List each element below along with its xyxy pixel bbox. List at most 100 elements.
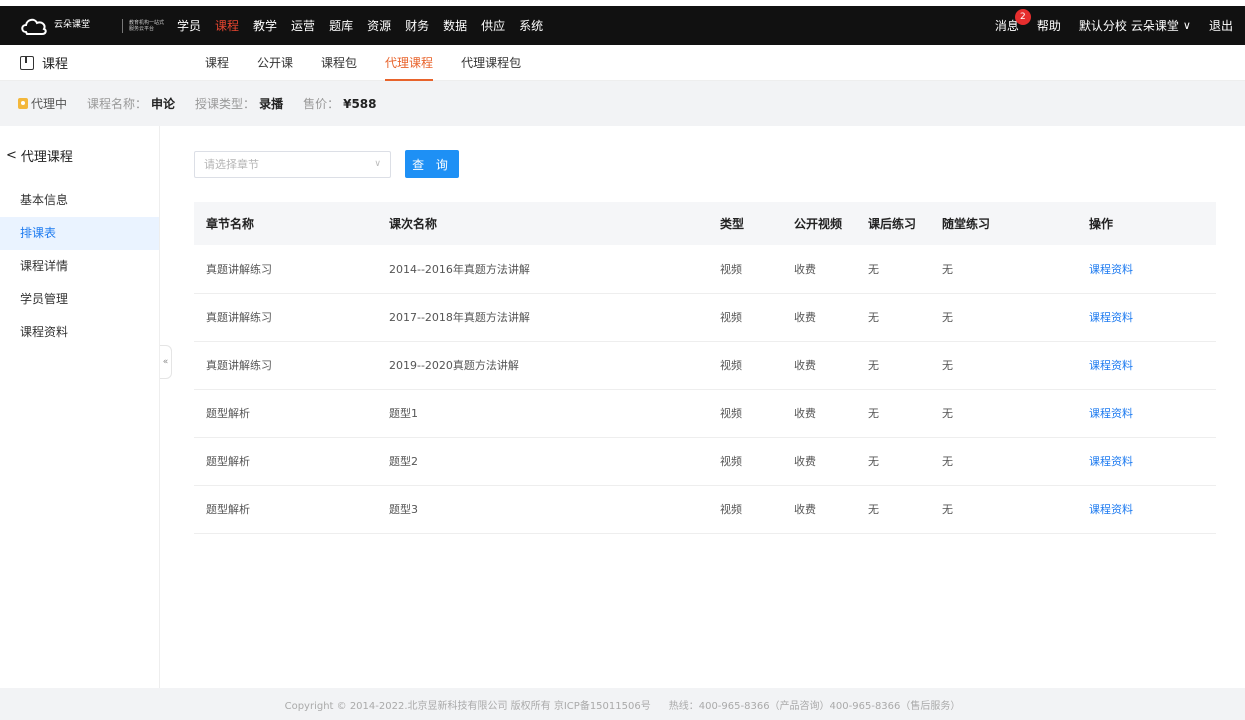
logo[interactable]: 云朵课堂 教育机构一站式服务云平台 — [20, 6, 165, 45]
nav-item-5[interactable]: 资源 — [367, 17, 391, 34]
section-title-text: 课程 — [42, 57, 69, 72]
table-cell: 收费 — [794, 262, 816, 276]
hotline-text: 热线：400-965-8366（产品咨询）400-965-8366（售后服务） — [668, 700, 961, 712]
tab-1[interactable]: 公开课 — [257, 45, 293, 81]
sidebar-item-1[interactable]: 排课表 — [0, 217, 159, 250]
table-cell: 题型解析 — [206, 455, 250, 468]
logo-subtitle: 教育机构一站式服务云平台 — [129, 19, 165, 32]
top-navbar: 云朵课堂 教育机构一站式服务云平台 学员 课程 教学 运营 题库 资源 财务 数据 供应 系统 消… — [0, 6, 1245, 45]
nav-item-8[interactable]: 供应 — [481, 17, 505, 34]
column-header-0: 章节名称 — [206, 217, 255, 231]
logo-text: 云朵课堂 — [54, 20, 91, 30]
course-materials-link[interactable]: 课程资料 — [1077, 389, 1216, 437]
sidebar-item-4[interactable]: 课程资料 — [0, 316, 159, 349]
messages-link[interactable]: 消息 2 — [995, 9, 1031, 34]
course-materials-link[interactable]: 课程资料 — [1077, 341, 1216, 389]
tab-3[interactable]: 代理课程 — [385, 45, 434, 81]
table-cell: 题型1 — [389, 407, 418, 420]
table-cell: 2019--2020真题方法讲解 — [389, 359, 519, 372]
table-cell: 无 — [942, 359, 953, 372]
schedule-table: 章节名称 课次名称 类型 公开视频 课后练习 随堂练习 操作 真题讲解练习 2014--201… — [194, 202, 1216, 534]
table-cell: 收费 — [794, 359, 816, 372]
agent-tag-icon — [18, 98, 28, 109]
column-header-2: 类型 — [720, 217, 745, 231]
sidebar-item-0[interactable]: 基本信息 — [0, 184, 159, 217]
table-cell: 收费 — [794, 455, 816, 468]
nav-item-9[interactable]: 系统 — [519, 17, 543, 34]
table-cell: 视频 — [720, 407, 742, 420]
table-cell: 2014--2016年真题方法讲解 — [389, 262, 530, 276]
copyright-text: Copyright © 2014-2022.北京昱新科技有限公司 版权所有 京I… — [284, 700, 651, 712]
nav-item-2[interactable]: 教学 — [253, 17, 277, 34]
price-value: ¥588 — [343, 96, 377, 111]
section-title: 课程 — [20, 53, 205, 72]
school-switcher[interactable]: 默认分校 云朵课堂 ∨ — [1079, 17, 1191, 34]
table-cell: 无 — [942, 311, 953, 324]
nav-item-0[interactable]: 学员 — [177, 17, 201, 34]
table-cell: 视频 — [720, 359, 742, 372]
nav-item-7[interactable]: 数据 — [443, 17, 467, 34]
help-link[interactable]: 帮助 — [1037, 17, 1061, 34]
nav-item-6[interactable]: 财务 — [405, 17, 429, 34]
table-row: 真题讲解练习 2019--2020真题方法讲解 视频 收费 无 无 课程资料 — [194, 341, 1216, 389]
table-cell: 无 — [868, 359, 879, 372]
course-tabs: 课程 公开课 课程包 代理课程 代理课程包 — [205, 45, 549, 81]
footer: Copyright © 2014-2022.北京昱新科技有限公司 版权所有 京I… — [0, 688, 1245, 720]
query-button[interactable]: 查 询 — [405, 150, 459, 178]
table-body: 真题讲解练习 2014--2016年真题方法讲解 视频 收费无无课程资料 真题讲解练习 2… — [194, 245, 1216, 533]
table-row: 题型解析 题型3 视频 收费 无 无 课程资料 — [194, 485, 1216, 533]
table-cell: 无 — [942, 262, 953, 276]
logout-link[interactable]: 退出 — [1209, 17, 1233, 34]
table-cell: 题型解析 — [206, 503, 250, 516]
sidebar-item-3[interactable]: 学员管理 — [0, 283, 159, 316]
back-label: 代理课程 — [20, 149, 73, 165]
tab-4[interactable]: 代理课程包 — [461, 45, 521, 81]
main-nav: 学员 课程 教学 运营 题库 资源 财务 数据 供应 系统 — [177, 17, 557, 34]
table-cell: 收费 — [794, 311, 816, 324]
sub-navbar: 课程 课程 公开课 课程包 代理课程 代理课程包 — [0, 45, 1245, 81]
table-cell: 收费 — [794, 503, 816, 516]
course-materials-link[interactable]: 课程资料 — [1077, 245, 1216, 293]
tab-2[interactable]: 课程包 — [321, 45, 357, 81]
course-info-bar: 代理中 课程名称： 申论 授课类型： 录播 售价： ¥588 — [0, 81, 1245, 126]
org-name: 云朵课堂 — [1130, 19, 1179, 33]
table-cell: 题型解析 — [206, 407, 250, 420]
nav-item-4[interactable]: 题库 — [329, 17, 353, 34]
teach-type-label: 授课类型： — [195, 97, 256, 111]
table-cell: 无 — [868, 503, 879, 516]
table-header: 章节名称 课次名称 类型 公开视频 课后练习 随堂练习 操作 — [194, 202, 1216, 245]
table-row: 题型解析 题型2 视频 收费 无 无 课程资料 — [194, 437, 1216, 485]
column-header-5: 随堂练习 — [942, 217, 991, 231]
column-header-6: 操作 — [1089, 217, 1114, 231]
sidebar-item-2[interactable]: 课程详情 — [0, 250, 159, 283]
table-cell: 无 — [868, 407, 879, 420]
chevron-left-icon: < — [6, 147, 17, 163]
sidebar-menu: 基本信息 排课表 课程详情 学员管理 课程资料 — [0, 184, 159, 349]
chapter-select[interactable]: 请选择章节 ∨ — [194, 150, 391, 178]
table-cell: 视频 — [720, 455, 742, 468]
course-book-icon — [20, 55, 34, 70]
back-to-agent-courses[interactable]: < 代理课程 — [0, 126, 159, 184]
course-name-value: 申论 — [151, 97, 176, 111]
table-cell: 视频 — [720, 503, 742, 516]
top-right-menu: 消息 2 帮助 默认分校 云朵课堂 ∨ 退出 — [995, 6, 1245, 45]
table-cell: 视频 — [720, 262, 742, 276]
filter-bar: 请选择章节 ∨ 查 询 — [194, 150, 459, 178]
tab-0[interactable]: 课程 — [205, 45, 229, 81]
table-cell: 无 — [942, 455, 953, 468]
table-cell: 真题讲解练习 — [206, 311, 272, 324]
table-cell: 题型2 — [389, 455, 418, 468]
course-materials-link[interactable]: 课程资料 — [1077, 437, 1216, 485]
table-cell: 无 — [942, 503, 953, 516]
table-cell: 无 — [868, 262, 879, 276]
message-count-badge: 2 — [1014, 9, 1031, 25]
course-materials-link[interactable]: 课程资料 — [1077, 293, 1216, 341]
main-content: 请选择章节 ∨ 查 询 章节名称 课次名称 类型 公开视频 课后练习 随堂练习 操作 真题讲… — [160, 126, 1245, 688]
left-sidebar: < 代理课程 基本信息 排课表 课程详情 学员管理 课程资料 — [0, 126, 160, 688]
table-cell: 无 — [868, 311, 879, 324]
course-materials-link[interactable]: 课程资料 — [1077, 485, 1216, 533]
column-header-4: 课后练习 — [868, 217, 917, 231]
chevron-down-icon: ∨ — [374, 159, 381, 169]
nav-item-3[interactable]: 运营 — [291, 17, 315, 34]
nav-item-1[interactable]: 课程 — [215, 17, 239, 34]
